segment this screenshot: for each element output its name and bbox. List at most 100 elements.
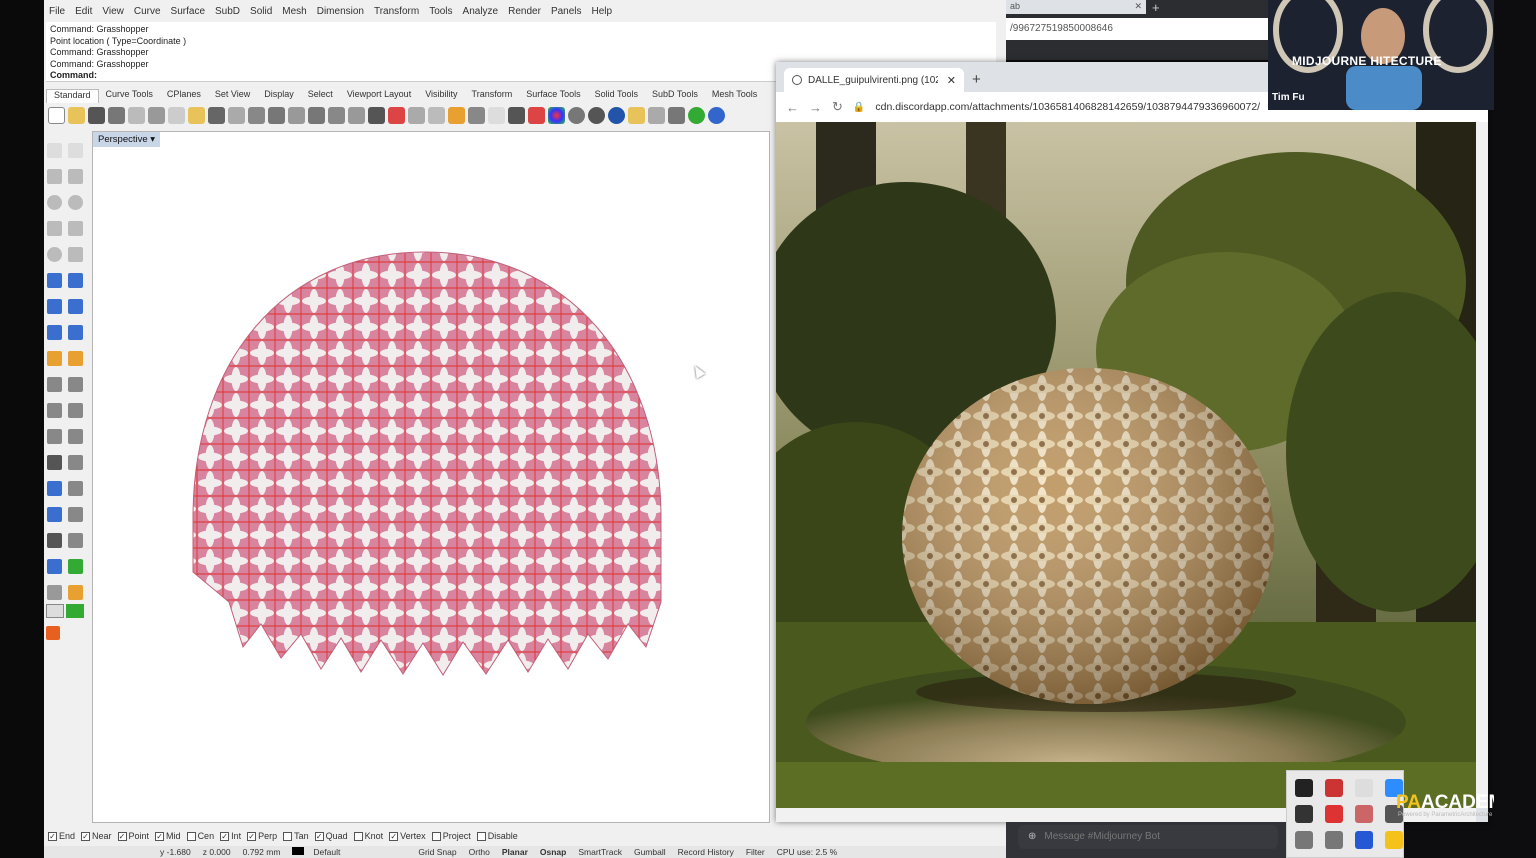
back-arrow-icon[interactable]: ← <box>786 100 799 115</box>
boolean-icon[interactable] <box>47 351 62 366</box>
undo-icon[interactable] <box>208 106 225 124</box>
security-icon[interactable] <box>1355 805 1373 823</box>
app-red-icon[interactable] <box>1325 779 1343 797</box>
tab-select[interactable]: Select <box>301 89 340 103</box>
menu-render[interactable]: Render <box>503 6 546 22</box>
clipboard-icon[interactable] <box>188 106 205 124</box>
cylinder-icon[interactable] <box>47 325 62 340</box>
osnap-tan[interactable]: Tan <box>283 831 309 842</box>
osnap-point[interactable]: ✓ Point <box>117 831 149 842</box>
select-icon[interactable] <box>448 106 465 124</box>
move-icon[interactable] <box>68 455 83 470</box>
menu-help[interactable]: Help <box>587 6 618 22</box>
record-icon[interactable] <box>46 626 60 640</box>
render-sphere-icon[interactable] <box>568 106 585 124</box>
panels-icon[interactable] <box>46 604 64 618</box>
text-icon[interactable] <box>47 455 62 470</box>
rectangle-icon[interactable] <box>68 221 83 236</box>
rotate-view-icon[interactable] <box>248 106 265 124</box>
tab-viewport-layout[interactable]: Viewport Layout <box>340 89 418 103</box>
zoom-icon[interactable] <box>268 106 285 124</box>
lock-icon[interactable] <box>508 106 525 124</box>
mesh-icon[interactable] <box>68 325 83 340</box>
tab-visibility[interactable]: Visibility <box>418 89 464 103</box>
box-icon[interactable] <box>47 299 62 314</box>
open-folder-icon[interactable] <box>68 106 85 124</box>
tab-subd-tools[interactable]: SubD Tools <box>645 89 705 103</box>
mirror-icon[interactable] <box>68 481 83 496</box>
menu-file[interactable]: File <box>44 6 70 22</box>
menu-transform[interactable]: Transform <box>369 6 424 22</box>
status-layer[interactable]: Default <box>286 847 352 857</box>
tab-display[interactable]: Display <box>257 89 301 103</box>
print-icon[interactable] <box>108 106 125 124</box>
help-icon[interactable] <box>708 106 725 124</box>
osnap-disable[interactable]: Disable <box>476 831 518 842</box>
menu-view[interactable]: View <box>97 6 129 22</box>
status-gumball[interactable]: Gumball <box>628 847 672 857</box>
points-icon[interactable] <box>428 106 445 124</box>
tab-surface-tools[interactable]: Surface Tools <box>519 89 587 103</box>
chrome-tab[interactable]: DALLE_guipulvirenti.png (1024× ✕ <box>784 68 964 92</box>
menu-dimension[interactable]: Dimension <box>312 6 369 22</box>
perspective-viewport[interactable]: Perspective ▾ <box>92 131 770 823</box>
nvidia-share-icon[interactable] <box>1295 805 1313 823</box>
shaded-sphere-icon[interactable] <box>588 106 605 124</box>
status-ortho[interactable]: Ortho <box>463 847 496 857</box>
circle-icon[interactable] <box>47 195 62 210</box>
osnap-quad[interactable]: ✓ Quad <box>314 831 348 842</box>
group-icon[interactable] <box>47 585 62 600</box>
tab-standard[interactable]: Standard <box>46 89 99 103</box>
menu-mesh[interactable]: Mesh <box>277 6 311 22</box>
polyline-icon[interactable] <box>47 169 62 184</box>
copy-icon[interactable] <box>128 106 145 124</box>
drive-icon[interactable] <box>1385 831 1403 849</box>
malwarebytes-icon[interactable] <box>1355 831 1373 849</box>
zoom-selected-icon[interactable] <box>328 106 345 124</box>
background-tab[interactable]: ab ✕ <box>1006 0 1146 14</box>
analyze-icon[interactable] <box>47 559 62 574</box>
snap-icon[interactable] <box>68 533 83 548</box>
undo-view-icon[interactable] <box>348 106 365 124</box>
osnap-mid[interactable]: ✓ Mid <box>155 831 181 842</box>
trim-icon[interactable] <box>47 377 62 392</box>
grid-icon[interactable] <box>408 106 425 124</box>
osnap-near[interactable]: ✓ Near <box>81 831 112 842</box>
split-icon[interactable] <box>68 377 83 392</box>
globe-icon[interactable] <box>688 106 705 124</box>
osnap-project[interactable]: Project <box>431 831 471 842</box>
status-filter[interactable]: Filter <box>740 847 771 857</box>
new-tab-icon[interactable]: + <box>1152 0 1160 15</box>
menu-edit[interactable]: Edit <box>70 6 97 22</box>
osnap-vertex[interactable]: ✓ Vertex <box>389 831 426 842</box>
loft-icon[interactable] <box>68 273 83 288</box>
tab-solid-tools[interactable]: Solid Tools <box>588 89 645 103</box>
array-icon[interactable] <box>47 481 62 496</box>
tab-set-view[interactable]: Set View <box>208 89 257 103</box>
pencil-icon[interactable] <box>628 106 645 124</box>
render-icon[interactable] <box>608 106 625 124</box>
menu-surface[interactable]: Surface <box>166 6 210 22</box>
zoom-extents-icon[interactable] <box>308 106 325 124</box>
check-icon[interactable] <box>68 559 83 574</box>
pan-icon[interactable] <box>228 106 245 124</box>
tab-cplanes[interactable]: CPlanes <box>160 89 208 103</box>
tab-mesh-tools[interactable]: Mesh Tools <box>705 89 764 103</box>
osnap-knot[interactable]: Knot <box>353 831 383 842</box>
tab-transform[interactable]: Transform <box>465 89 520 103</box>
layer-icon[interactable] <box>468 106 485 124</box>
status-record-history[interactable]: Record History <box>672 847 740 857</box>
point-icon[interactable] <box>68 143 83 158</box>
curve-icon[interactable] <box>68 169 83 184</box>
offset-icon[interactable] <box>47 403 62 418</box>
explode-icon[interactable] <box>68 351 83 366</box>
tab-curve-tools[interactable]: Curve Tools <box>99 89 160 103</box>
surface-icon[interactable] <box>47 273 62 288</box>
color-wheel-icon[interactable] <box>548 106 565 124</box>
fillet-icon[interactable] <box>68 247 83 262</box>
grasshopper-icon[interactable] <box>66 604 84 618</box>
paste-icon[interactable] <box>168 106 185 124</box>
message-input[interactable]: ⊕ Message #Midjourney Bot <box>1018 825 1278 849</box>
network-icon[interactable] <box>1295 831 1313 849</box>
volume-icon[interactable] <box>1325 831 1343 849</box>
